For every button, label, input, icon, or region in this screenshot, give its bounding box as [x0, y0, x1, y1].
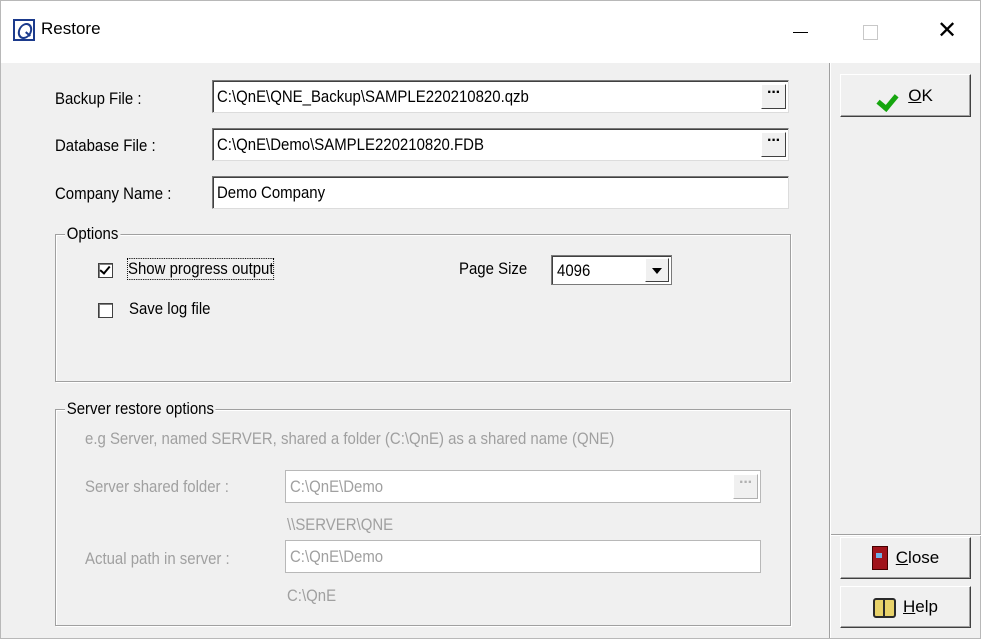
options-group-title: Options — [65, 224, 121, 244]
backup-file-field[interactable]: C:\QnE\QNE_Backup\SAMPLE220210820.qzb ··… — [212, 80, 789, 113]
actual-path-preview: C:\QnE — [287, 586, 337, 605]
database-file-field[interactable]: C:\QnE\Demo\SAMPLE220210820.FDB ··· — [212, 128, 789, 161]
minimize-button[interactable] — [771, 1, 829, 63]
actual-path-label: Actual path in server : — [85, 549, 230, 568]
company-name-label: Company Name : — [55, 184, 172, 203]
ok-button-label: OK — [908, 85, 933, 105]
company-name-field[interactable]: Demo Company — [212, 176, 789, 209]
right-panel-divider — [829, 63, 831, 638]
maximize-icon — [862, 24, 878, 40]
database-file-value: C:\QnE\Demo\SAMPLE220210820.FDB — [217, 135, 484, 154]
close-button-label: Close — [895, 548, 940, 567]
database-file-label: Database File : — [55, 136, 156, 155]
show-progress-label[interactable]: Show progress output — [127, 258, 275, 280]
company-name-value: Demo Company — [217, 183, 326, 202]
close-window-button[interactable]: ✕ — [918, 1, 976, 63]
server-shared-folder-preview: \\SERVER\QNE — [287, 515, 394, 534]
chevron-down-icon[interactable] — [645, 258, 669, 282]
actual-path-value: C:\QnE\Demo — [290, 547, 384, 566]
right-panel-separator — [831, 534, 981, 536]
help-button-label: Help — [903, 597, 938, 616]
book-icon — [873, 598, 897, 618]
show-progress-checkbox[interactable] — [98, 263, 113, 278]
backup-file-browse-button[interactable]: ··· — [761, 84, 786, 109]
title-bar: Restore ✕ — [1, 1, 980, 63]
server-shared-folder-value: C:\QnE\Demo — [290, 477, 384, 496]
database-file-browse-button[interactable]: ··· — [761, 132, 786, 157]
restore-dialog: Restore ✕ Backup File : C:\QnE\QNE_Backu… — [0, 0, 981, 639]
close-button[interactable]: Close — [840, 537, 971, 579]
ok-button[interactable]: OK — [840, 74, 971, 117]
save-log-checkbox[interactable] — [98, 303, 113, 318]
server-restore-group-title: Server restore options — [65, 399, 216, 419]
server-hint-text: e.g Server, named SERVER, shared a folde… — [85, 429, 615, 448]
window-title: Restore — [41, 19, 101, 38]
green-check-icon — [878, 89, 900, 103]
backup-file-value: C:\QnE\QNE_Backup\SAMPLE220210820.qzb — [217, 87, 529, 106]
server-shared-folder-label: Server shared folder : — [85, 477, 229, 496]
help-button[interactable]: Help — [840, 586, 971, 628]
actual-path-field: C:\QnE\Demo — [285, 540, 761, 573]
minimize-icon — [792, 31, 808, 33]
server-shared-folder-field: C:\QnE\Demo ··· — [285, 470, 761, 503]
maximize-button — [841, 1, 899, 63]
backup-file-label: Backup File : — [55, 89, 142, 108]
server-shared-folder-browse-button: ··· — [733, 474, 758, 499]
page-size-value: 4096 — [557, 261, 591, 280]
save-log-label[interactable]: Save log file — [129, 299, 211, 319]
page-size-select[interactable]: 4096 — [551, 255, 672, 285]
qne-app-icon — [13, 19, 35, 41]
page-size-label: Page Size — [459, 259, 528, 278]
door-exit-icon — [871, 546, 888, 570]
